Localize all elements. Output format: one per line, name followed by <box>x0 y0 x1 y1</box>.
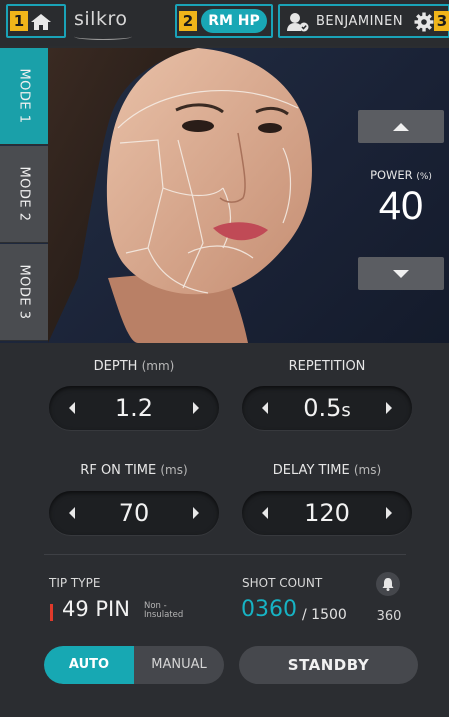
manual-button[interactable]: MANUAL <box>134 646 224 684</box>
depth-stepper[interactable]: 1.2 <box>49 386 219 430</box>
rf-on-time-label-text: RF ON TIME <box>80 463 157 478</box>
power-decrease-button[interactable] <box>358 257 444 290</box>
depth-unit: (mm) <box>141 359 175 373</box>
tip-sub-line-2: Insulated <box>144 610 184 620</box>
mode-callout[interactable]: 2 RM HP <box>175 4 273 38</box>
parameter-panel: DEPTH (mm) 1.2 REPETITION 0.5s RF ON TIM… <box>0 343 449 717</box>
auto-manual-toggle[interactable]: AUTO MANUAL <box>44 646 224 684</box>
home-callout[interactable]: 1 <box>6 4 66 38</box>
repetition-increase-arrow[interactable] <box>386 402 392 414</box>
tip-insulation-note: Non - Insulated <box>144 602 183 620</box>
tip-type-value: 49 PIN <box>62 597 130 621</box>
repetition-value: 0.5 <box>303 394 342 422</box>
delay-time-increase-arrow[interactable] <box>386 507 392 519</box>
power-label-text: POWER <box>370 168 413 182</box>
shot-count-label: SHOT COUNT <box>242 576 323 590</box>
power-label: POWER (%) <box>358 168 444 182</box>
standby-button[interactable]: STANDBY <box>239 646 418 684</box>
mode-tabs: MODE 1 MODE 2 MODE 3 <box>0 48 48 343</box>
depth-label: DEPTH (mm) <box>49 359 219 374</box>
tab-mode-3[interactable]: MODE 3 <box>0 244 48 341</box>
rf-on-time-increase-arrow[interactable] <box>193 507 199 519</box>
delay-time-label-text: DELAY TIME <box>272 463 350 478</box>
tip-indicator-bar <box>50 604 53 621</box>
user-callout[interactable]: BENJAMINEN 3 <box>278 4 449 38</box>
bell-count: 360 <box>376 609 402 624</box>
callout-badge-1: 1 <box>10 11 28 31</box>
rf-on-time-stepper[interactable]: 70 <box>49 491 219 535</box>
section-divider <box>44 554 406 555</box>
power-unit: (%) <box>416 172 432 182</box>
callout-badge-3: 3 <box>434 11 449 31</box>
repetition-label-text: REPETITION <box>288 359 366 374</box>
face-zone-map[interactable] <box>48 48 348 343</box>
power-increase-button[interactable] <box>358 110 444 143</box>
logo-swoosh <box>74 33 132 40</box>
user-icon[interactable] <box>286 12 310 32</box>
gear-icon[interactable] <box>414 12 434 32</box>
tab-mode-1[interactable]: MODE 1 <box>0 48 48 145</box>
home-icon[interactable] <box>30 13 52 31</box>
caret-up-icon <box>393 123 409 131</box>
auto-button[interactable]: AUTO <box>44 646 134 684</box>
tip-type-label: TIP TYPE <box>49 576 101 590</box>
top-bar: 1 silkro 2 RM HP BENJAMINEN 3 <box>0 0 449 46</box>
shot-count-value: 0360 <box>241 597 297 622</box>
mode-pill[interactable]: RM HP <box>201 9 267 33</box>
caret-down-icon <box>393 270 409 278</box>
repetition-label: REPETITION <box>242 359 412 374</box>
delay-time-stepper[interactable]: 120 <box>242 491 412 535</box>
repetition-suffix: s <box>341 400 351 421</box>
rf-on-time-label: RF ON TIME (ms) <box>49 463 219 478</box>
rf-on-time-unit: (ms) <box>160 463 188 477</box>
delay-time-unit: (ms) <box>353 463 382 477</box>
delay-time-label: DELAY TIME (ms) <box>242 463 412 478</box>
bell-glyph <box>382 578 394 591</box>
depth-label-text: DEPTH <box>93 359 138 374</box>
callout-badge-2: 2 <box>179 11 197 31</box>
power-value: 40 <box>378 184 424 228</box>
bell-icon[interactable] <box>376 572 400 596</box>
shot-count-total: / 1500 <box>302 607 347 623</box>
tab-mode-2-label: MODE 2 <box>16 166 32 222</box>
depth-increase-arrow[interactable] <box>193 402 199 414</box>
treatment-area-panel: MODE 1 MODE 2 MODE 3 POWER (%) 40 <box>0 48 449 343</box>
brand-logo: silkro <box>74 8 128 30</box>
tab-mode-1-label: MODE 1 <box>16 68 32 124</box>
user-name: BENJAMINEN <box>316 14 404 29</box>
repetition-stepper[interactable]: 0.5s <box>242 386 412 430</box>
tab-mode-3-label: MODE 3 <box>16 264 32 320</box>
tab-mode-2[interactable]: MODE 2 <box>0 146 48 243</box>
